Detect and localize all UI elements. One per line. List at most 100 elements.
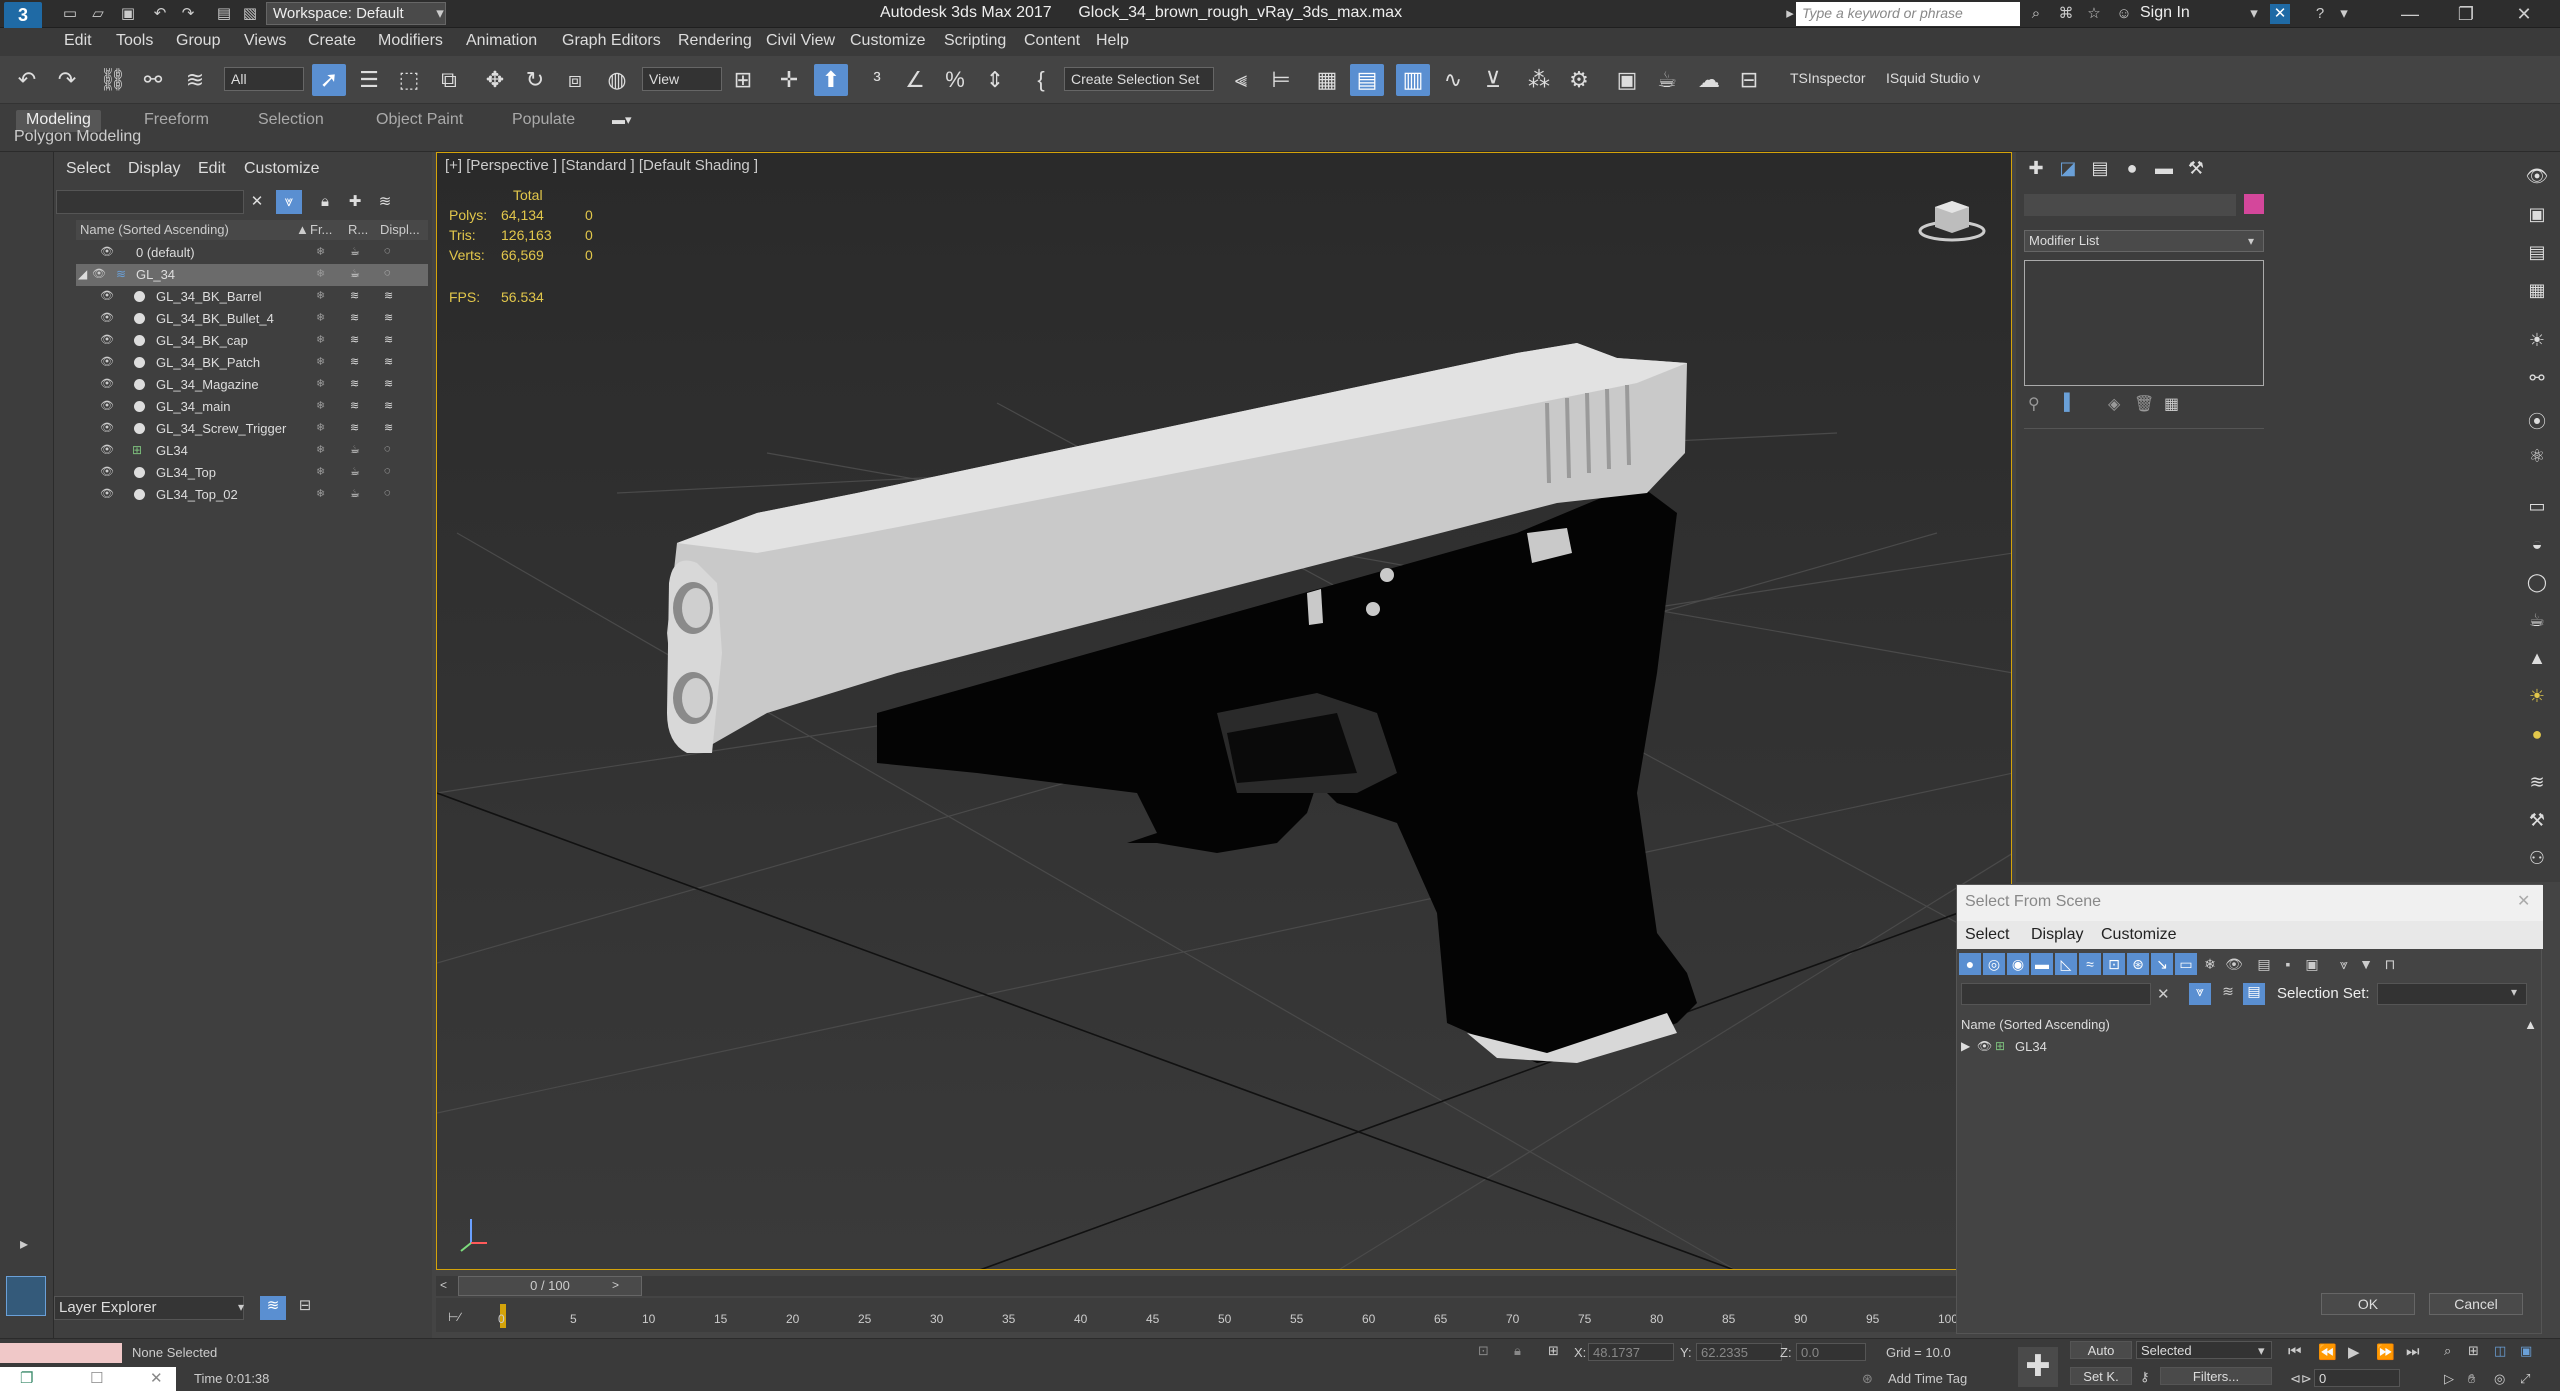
dialog-search-input[interactable] bbox=[1961, 983, 2151, 1005]
configure-sets-icon[interactable]: ▦ bbox=[2164, 394, 2179, 414]
wave-icon[interactable]: ≋ bbox=[2524, 772, 2550, 798]
modify-tab-icon[interactable]: ◪ bbox=[2054, 158, 2082, 182]
new-file-icon[interactable]: ▭ bbox=[60, 4, 80, 24]
eye-icon[interactable]: 👁︎ bbox=[100, 421, 114, 435]
play-icon[interactable]: ▶ bbox=[2348, 1343, 2360, 1361]
zoom-icon[interactable]: ⌕ bbox=[2444, 1343, 2451, 1359]
pin-stack-icon[interactable]: ⚲ bbox=[2028, 394, 2040, 414]
layers-toggle-icon[interactable]: ≋ bbox=[260, 1296, 286, 1320]
next-frame-icon[interactable]: > bbox=[612, 1278, 619, 1292]
display-icon[interactable]: ◌ bbox=[384, 443, 391, 455]
time-slider[interactable]: < 0 / 100 > bbox=[436, 1276, 2012, 1296]
cone-icon[interactable]: ▲ bbox=[2524, 648, 2550, 674]
tab-selection[interactable]: Selection bbox=[248, 110, 334, 132]
column-render[interactable]: R... bbox=[348, 222, 368, 237]
maxscript-mini-listener[interactable]: ❐ ☐ ✕ bbox=[0, 1367, 176, 1391]
explorer-menu-select[interactable]: Select bbox=[66, 160, 110, 178]
explorer-menu-customize[interactable]: Customize bbox=[244, 160, 320, 178]
freeze-icon[interactable]: ❄ bbox=[316, 399, 325, 412]
dialog-column-header[interactable]: Name (Sorted Ascending) ▲ bbox=[1957, 1015, 2543, 1035]
dialog-menu-display[interactable]: Display bbox=[2031, 926, 2083, 944]
chevron-down-icon[interactable]: ▾ bbox=[2248, 234, 2254, 248]
ribbon-sub-panel-label[interactable]: Polygon Modeling bbox=[14, 128, 141, 146]
maximize-icon[interactable]: ☐ bbox=[90, 1369, 103, 1387]
undo-icon[interactable]: ↶ bbox=[10, 64, 44, 96]
selection-filter-dropdown[interactable]: All bbox=[224, 67, 304, 91]
selection-set-dropdown[interactable] bbox=[2377, 983, 2527, 1005]
sphere-icon[interactable]: ◯ bbox=[2524, 572, 2550, 598]
menu-help[interactable]: Help bbox=[1096, 32, 1129, 50]
filter-icon[interactable]: ⩔ bbox=[2333, 953, 2355, 975]
freeze-icon[interactable]: ❄ bbox=[316, 443, 325, 456]
motion-tab-icon[interactable]: ● bbox=[2118, 158, 2146, 182]
goto-start-icon[interactable]: ⏮ bbox=[2288, 1343, 2302, 1360]
keyboard-shortcut-override-icon[interactable]: ⬆ bbox=[814, 64, 848, 96]
angle-snap-icon[interactable]: ∠ bbox=[898, 64, 932, 96]
eye-icon[interactable]: 👁︎ bbox=[1977, 1039, 1992, 1053]
unlink-icon[interactable]: ⚯ bbox=[136, 64, 170, 96]
chevron-down-icon[interactable]: ▾ bbox=[2511, 985, 2517, 999]
object-row[interactable]: 👁︎ GL_34_BK_cap ❄ ≋ ≋ bbox=[76, 330, 428, 352]
collapse-arrow-icon[interactable]: ◢ bbox=[78, 267, 87, 281]
chevron-down-icon[interactable]: ▾ bbox=[238, 1300, 244, 1314]
dialog-title[interactable]: Select From Scene bbox=[1957, 885, 2543, 921]
toggle-ribbon-icon[interactable]: ▥ bbox=[1396, 64, 1430, 96]
eye-icon[interactable]: 👁︎ bbox=[100, 465, 114, 479]
new-layer-icon[interactable]: ✚ bbox=[342, 190, 368, 214]
display-space-warps-icon[interactable]: ≈ bbox=[2079, 953, 2101, 975]
object-row[interactable]: 👁︎ GL_34_BK_Bullet_4 ❄ ≋ ≋ bbox=[76, 308, 428, 330]
explorer-type-dropdown[interactable]: Layer Explorer bbox=[54, 1296, 244, 1320]
display-icon[interactable]: ≋ bbox=[384, 333, 393, 346]
lock-icon[interactable]: 🔒︎ bbox=[312, 190, 338, 214]
render-icon[interactable]: ☕ bbox=[350, 443, 360, 456]
maximize-viewport-icon[interactable]: ⤢ bbox=[2520, 1371, 2530, 1387]
explorer-icon[interactable]: ▣ bbox=[2524, 204, 2550, 230]
workspace-dropdown[interactable]: Workspace: Default bbox=[266, 2, 446, 25]
isquid-studio-button[interactable]: ISquid Studio v bbox=[1886, 70, 1980, 86]
render-icon[interactable]: ≋ bbox=[350, 355, 359, 368]
snaps-toggle-icon[interactable]: ³ bbox=[860, 64, 894, 96]
select-object-icon[interactable]: ➚ bbox=[312, 64, 346, 96]
field-of-view-icon[interactable]: ▷ bbox=[2444, 1371, 2454, 1387]
display-icon[interactable]: ≋ bbox=[384, 289, 393, 302]
object-row[interactable]: 👁︎ GL34_Top_02 ❄ ☕ ◌ bbox=[76, 484, 428, 506]
render-icon[interactable]: ≋ bbox=[350, 421, 359, 434]
freeze-icon[interactable]: ❄ bbox=[316, 377, 325, 390]
collapse-icon[interactable]: ⊓ bbox=[2379, 953, 2401, 975]
particles-icon[interactable]: ⚛ bbox=[2524, 446, 2550, 472]
freeze-icon[interactable]: ❄ bbox=[316, 267, 325, 280]
viewport-layout-icon[interactable] bbox=[6, 1276, 46, 1316]
render-setup-icon[interactable]: ⚙ bbox=[1562, 64, 1596, 96]
menu-scripting[interactable]: Scripting bbox=[944, 32, 1006, 50]
autodesk-exchange-icon[interactable]: ✕ bbox=[2270, 4, 2290, 24]
display-geometry-icon[interactable]: ● bbox=[1959, 953, 1981, 975]
eye-icon[interactable]: 👁︎ bbox=[100, 333, 114, 347]
eye-icon[interactable]: 👁︎ bbox=[100, 399, 114, 413]
fx-icon[interactable]: ⦿ bbox=[2524, 408, 2550, 434]
object-row[interactable]: 👁︎ GL_34_main ❄ ≋ ≋ bbox=[76, 396, 428, 418]
menu-animation[interactable]: Animation bbox=[466, 32, 537, 50]
render-icon[interactable]: ≋ bbox=[350, 399, 359, 412]
undo-icon[interactable]: ↶ bbox=[150, 4, 170, 24]
key-filters-button[interactable]: Filters... bbox=[2160, 1367, 2272, 1385]
tab-object-paint[interactable]: Object Paint bbox=[366, 110, 473, 132]
sun-icon[interactable]: ☀ bbox=[2524, 686, 2550, 712]
prev-frame-icon[interactable]: < bbox=[440, 1278, 447, 1292]
orbit-icon[interactable]: ◎ bbox=[2494, 1371, 2505, 1387]
scene-explorer-icon[interactable]: ▦ bbox=[1310, 64, 1344, 96]
display-helpers-icon[interactable]: ◺ bbox=[2055, 953, 2077, 975]
display-icon[interactable]: ≋ bbox=[384, 421, 393, 434]
chevron-down-icon[interactable]: ▾ bbox=[430, 4, 450, 24]
material-icon[interactable]: ◒ bbox=[2524, 534, 2550, 560]
modifier-stack[interactable] bbox=[2024, 260, 2264, 386]
sphere-light-icon[interactable]: ● bbox=[2524, 724, 2550, 750]
save-icon[interactable]: ▣ bbox=[118, 4, 138, 24]
timeline-ruler[interactable]: ⊢∕ 0 5 10 15 20 25 30 35 40 45 50 55 60 65 70 75 80 85 90 9… bbox=[436, 1298, 2012, 1332]
display-icon[interactable]: ◌ bbox=[384, 487, 391, 499]
restore-icon[interactable]: ❐ bbox=[2446, 2, 2486, 26]
chevron-down-icon[interactable]: ▾ bbox=[2244, 4, 2264, 24]
plane-icon[interactable]: ▭ bbox=[2524, 496, 2550, 522]
remove-modifier-icon[interactable]: 🗑︎ bbox=[2134, 394, 2154, 414]
eye-icon[interactable]: 👁︎ bbox=[100, 311, 114, 325]
render-icon[interactable]: ☕ bbox=[350, 487, 360, 500]
